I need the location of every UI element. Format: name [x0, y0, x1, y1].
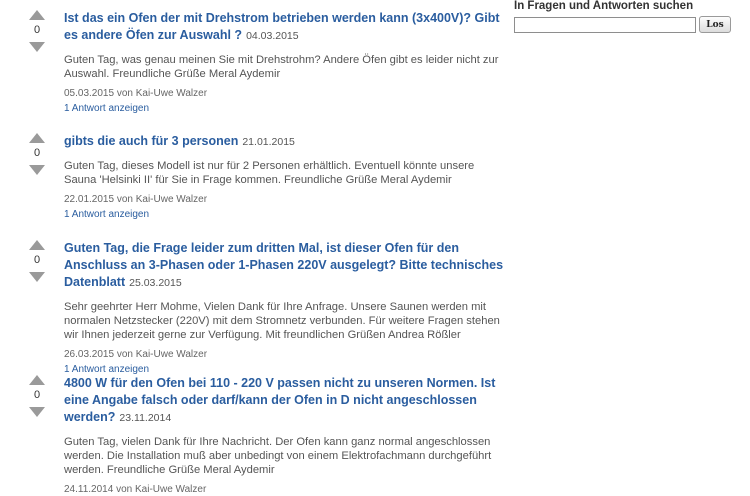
vote-widget: 0 — [28, 10, 46, 52]
vote-down-icon[interactable] — [29, 165, 45, 175]
question-link[interactable]: gibts die auch für 3 personen — [64, 134, 238, 148]
vote-up-icon[interactable] — [29, 240, 45, 250]
vote-count: 0 — [33, 24, 41, 36]
search-input[interactable] — [514, 16, 696, 33]
vote-widget: 0 — [28, 240, 46, 282]
answer-meta: 26.03.2015 von Kai-Uwe Walzer — [64, 349, 208, 360]
answer-meta: 22.01.2015 von Kai-Uwe Walzer — [64, 194, 208, 205]
answer-text: Guten Tag, was genau meinen Sie mit Dreh… — [64, 54, 499, 80]
search-title: In Fragen und Antworten suchen — [514, 0, 694, 12]
vote-widget: 0 — [28, 133, 46, 175]
question: Ist das ein Ofen der mit Drehstrom betri… — [64, 10, 504, 45]
vote-count: 0 — [33, 254, 41, 266]
question: Guten Tag, die Frage leider zum dritten … — [64, 240, 504, 292]
vote-up-icon[interactable] — [29, 133, 45, 143]
qa-body: Guten Tag, die Frage leider zum dritten … — [64, 240, 504, 376]
show-answers-link[interactable]: 1 Antwort anzeigen — [64, 209, 504, 221]
qa-body: Ist das ein Ofen der mit Drehstrom betri… — [64, 10, 504, 115]
show-answers-link[interactable]: 1 Antwort anzeigen — [64, 103, 504, 115]
vote-widget: 0 — [28, 375, 46, 417]
vote-down-icon[interactable] — [29, 42, 45, 52]
question: gibts die auch für 3 personen 21.01.2015 — [64, 133, 504, 151]
search-button[interactable]: Los — [699, 16, 731, 33]
vote-count: 0 — [33, 147, 41, 159]
qa-body: gibts die auch für 3 personen 21.01.2015 … — [64, 133, 504, 221]
question-date: 21.01.2015 — [242, 136, 295, 148]
search-form: Los — [514, 16, 750, 33]
answer-meta: 05.03.2015 von Kai-Uwe Walzer — [64, 88, 208, 99]
question: 4800 W für den Ofen bei 110 - 220 V pass… — [64, 375, 504, 427]
qa-body: 4800 W für den Ofen bei 110 - 220 V pass… — [64, 375, 504, 496]
vote-down-icon[interactable] — [29, 272, 45, 282]
answer-text: Guten Tag, vielen Dank für Ihre Nachrich… — [64, 436, 492, 476]
vote-count: 0 — [33, 389, 41, 401]
answer-text: Sehr geehrter Herr Mohme, Vielen Dank fü… — [64, 301, 500, 341]
vote-up-icon[interactable] — [29, 10, 45, 20]
vote-up-icon[interactable] — [29, 375, 45, 385]
question-date: 23.11.2014 — [119, 412, 172, 424]
vote-down-icon[interactable] — [29, 407, 45, 417]
question-date: 25.03.2015 — [129, 277, 182, 289]
question-date: 04.03.2015 — [246, 30, 299, 42]
answer-text: Guten Tag, dieses Modell ist nur für 2 P… — [64, 160, 475, 186]
answer-meta: 24.11.2014 von Kai-Uwe Walzer — [64, 484, 207, 495]
sidebar: In Fragen und Antworten suchen Los — [514, 0, 750, 33]
